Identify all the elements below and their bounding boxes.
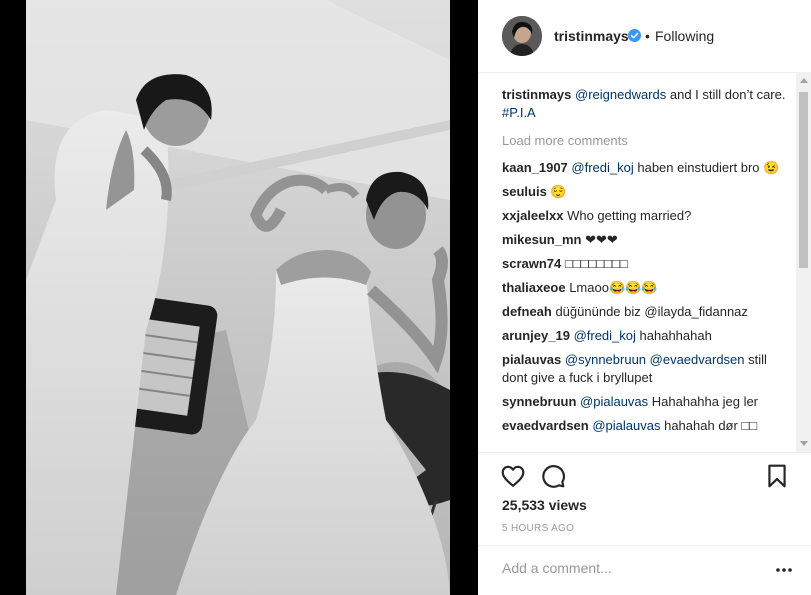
- comment-text: Lmaoo😂😂😂: [565, 280, 658, 295]
- comment-item: kaan_1907 @fredi_koj haben einstudiert b…: [502, 159, 792, 177]
- comment-mention[interactable]: @synnebruun @evaedvardsen: [565, 352, 745, 367]
- more-options-icon[interactable]: [774, 562, 794, 578]
- comments-list: tristinmays @reignedwards and I still do…: [502, 86, 792, 452]
- comment-username[interactable]: kaan_1907: [502, 160, 568, 175]
- comment-username[interactable]: seuluis: [502, 184, 547, 199]
- wedding-photo: [26, 0, 450, 595]
- caption-mention[interactable]: @reignedwards: [575, 87, 666, 102]
- comment-text: ❤❤❤: [581, 232, 618, 247]
- scrollbar-thumb[interactable]: [799, 92, 808, 268]
- divider: [478, 545, 811, 546]
- views-count[interactable]: 25,533 views: [502, 497, 587, 513]
- heart-icon[interactable]: [500, 463, 526, 489]
- comment-item: mikesun_mn ❤❤❤: [502, 231, 792, 249]
- comment-item: defneah düğününde biz @ilayda_fidannaz: [502, 303, 792, 321]
- verified-badge-icon: [628, 29, 641, 42]
- scroll-up-arrow-icon[interactable]: [800, 78, 808, 83]
- comment-mention[interactable]: @pialauvas: [580, 394, 648, 409]
- comment-username[interactable]: pialauvas: [502, 352, 561, 367]
- comment-item: arunjey_19 @fredi_koj hahahhahah: [502, 327, 792, 345]
- comment-bubble-icon[interactable]: [540, 463, 566, 489]
- add-comment-input[interactable]: [502, 560, 762, 576]
- comment-mention[interactable]: @fredi_koj: [571, 160, 633, 175]
- caption-hashtag[interactable]: #P.I.A: [502, 105, 536, 120]
- post-timestamp[interactable]: 5 HOURS AGO: [502, 523, 574, 534]
- comment-text: 😌: [546, 184, 567, 199]
- post-media-image[interactable]: [26, 0, 450, 595]
- comment-item: synnebruun @pialauvas Hahahahha jeg ler: [502, 393, 792, 411]
- comments-scrollbar[interactable]: [796, 72, 811, 452]
- scroll-down-arrow-icon[interactable]: [800, 441, 808, 446]
- comment-text: hahahah dør □□: [660, 418, 758, 433]
- load-more-comments-link[interactable]: Load more comments: [502, 132, 792, 150]
- comment-item: thaliaxeoe Lmaoo😂😂😂: [502, 279, 792, 297]
- comment-text: Hahahahha jeg ler: [648, 394, 759, 409]
- comment-text: hahahhahah: [635, 328, 712, 343]
- comment-username[interactable]: mikesun_mn: [502, 232, 581, 247]
- comment-item: scrawn74 □□□□□□□□: [502, 255, 792, 273]
- comment-username[interactable]: arunjey_19: [502, 328, 570, 343]
- comment-item: evaedvardsen @pialauvas hahahah dør □□: [502, 417, 792, 435]
- comment-username[interactable]: synnebruun: [502, 394, 576, 409]
- comment-mention[interactable]: @pialauvas: [592, 418, 660, 433]
- comment-text: haben einstudiert bro 😉: [633, 160, 780, 175]
- username-link[interactable]: tristinmays: [554, 28, 629, 44]
- comment-username[interactable]: scrawn74: [502, 256, 561, 271]
- avatar[interactable]: [502, 16, 542, 56]
- caption-text: and I still don’t care.: [666, 87, 786, 102]
- comment-text: □□□□□□□□: [561, 256, 628, 271]
- comment-text: Who getting married?: [563, 208, 692, 223]
- comment-username[interactable]: defneah: [502, 304, 552, 319]
- comment-item: pialauvas @synnebruun @evaedvardsen stil…: [502, 351, 792, 387]
- comment-username[interactable]: evaedvardsen: [502, 418, 589, 433]
- comment-username[interactable]: xxjaleelxx: [502, 208, 563, 223]
- caption: tristinmays @reignedwards and I still do…: [502, 86, 792, 122]
- comment-text: düğününde biz @ilayda_fidannaz: [551, 304, 748, 319]
- comment-mention[interactable]: @fredi_koj: [574, 328, 636, 343]
- post-header: tristinmays • Following: [478, 0, 811, 73]
- comment-item: xxjaleelxx Who getting married?: [502, 207, 792, 225]
- bookmark-icon[interactable]: [764, 463, 790, 489]
- comment-username[interactable]: thaliaxeoe: [502, 280, 566, 295]
- comment-item: seuluis 😌: [502, 183, 792, 201]
- action-bar: [478, 453, 811, 501]
- caption-username[interactable]: tristinmays: [502, 87, 571, 102]
- separator-dot: •: [645, 28, 650, 44]
- follow-status-button[interactable]: Following: [655, 28, 714, 44]
- post-sidebar: tristinmays • Following tristinmays @rei…: [478, 0, 811, 595]
